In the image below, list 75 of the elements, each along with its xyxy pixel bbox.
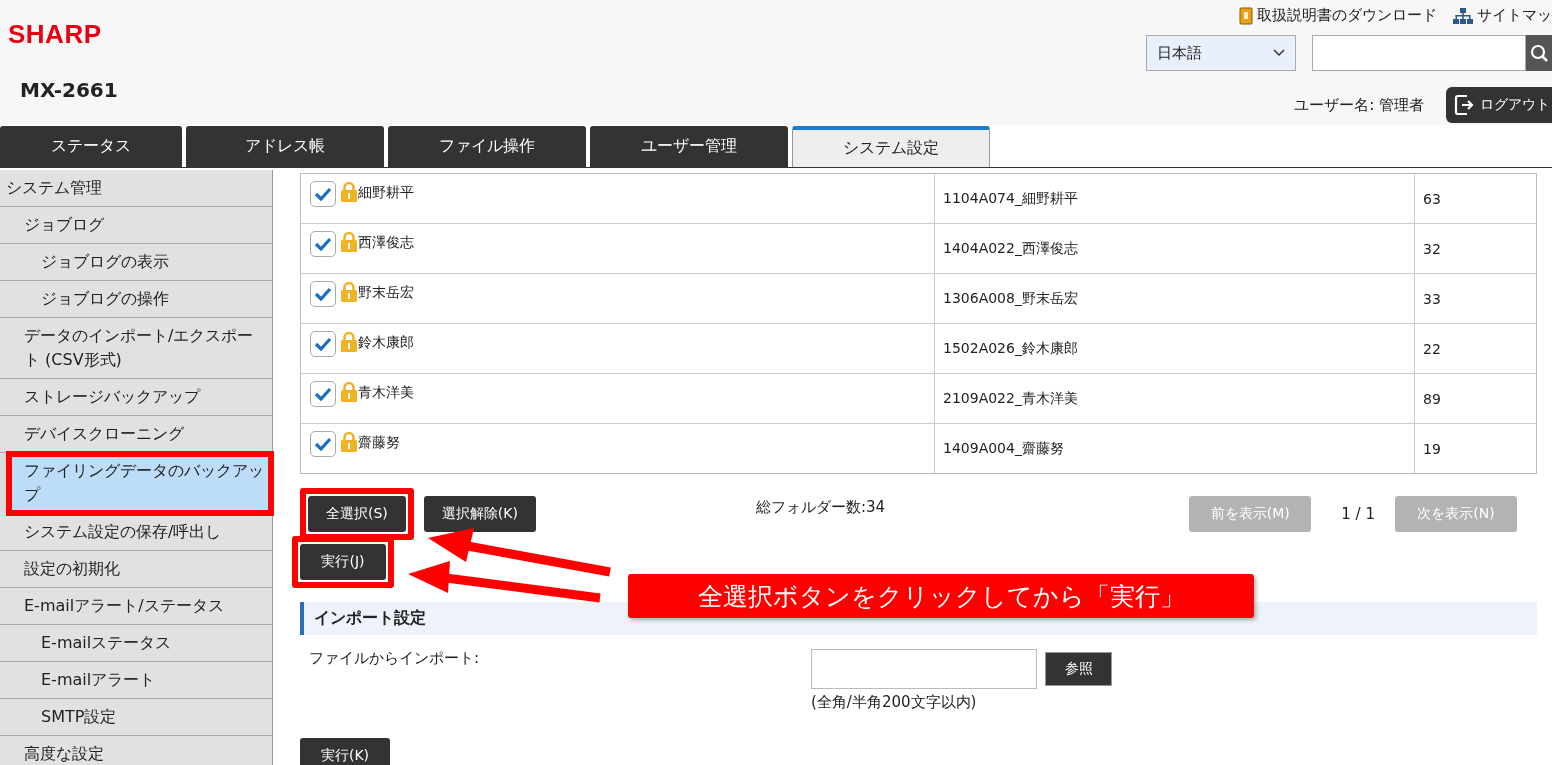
user-name-text: 細野耕平 bbox=[358, 184, 414, 202]
file-field[interactable] bbox=[811, 649, 1037, 689]
model-name: MX-2661 bbox=[20, 78, 118, 102]
check-icon bbox=[314, 387, 332, 401]
sidebar-item[interactable]: ジョブログの表示 bbox=[0, 244, 272, 281]
page-number: 1 / 1 bbox=[1341, 505, 1375, 523]
sidebar-item[interactable]: ジョブログ bbox=[0, 207, 272, 244]
tab[interactable]: ステータス bbox=[0, 126, 182, 167]
callout-label: 全選択ボタンをクリックしてから「実行」 bbox=[628, 574, 1254, 618]
user-name-text: 鈴木康郎 bbox=[358, 334, 414, 352]
user-name-text: 野末岳宏 bbox=[358, 284, 414, 302]
sidebar-item[interactable]: ストレージバックアップ bbox=[0, 379, 272, 416]
checkbox[interactable] bbox=[310, 431, 336, 457]
tab[interactable]: アドレス帳 bbox=[186, 126, 384, 167]
sidebar-item[interactable]: ファイリングデータのバックアップ bbox=[8, 453, 272, 514]
table-cell: 1306A008_野末岳宏 bbox=[935, 274, 1415, 323]
logout-icon bbox=[1454, 94, 1474, 116]
table-cell-text: 63 bbox=[1422, 189, 1442, 209]
checkbox[interactable] bbox=[310, 281, 336, 307]
sidebar-item[interactable]: システム設定の保存/呼出し bbox=[0, 514, 272, 551]
table-cell: 1404A022_西澤俊志 bbox=[935, 224, 1415, 273]
check-icon bbox=[314, 187, 332, 201]
browse-button[interactable]: 参照 bbox=[1045, 652, 1112, 686]
check-icon bbox=[314, 337, 332, 351]
table-cell-text: 33 bbox=[1422, 289, 1442, 309]
header-link[interactable]: サイトマッ bbox=[1477, 6, 1552, 25]
language-dropdown[interactable]: 日本語 bbox=[1146, 35, 1296, 71]
table-cell-text: 22 bbox=[1422, 339, 1442, 359]
checkbox[interactable] bbox=[310, 331, 336, 357]
tab[interactable]: システム設定 bbox=[792, 126, 990, 167]
sitemap-icon bbox=[1453, 6, 1473, 25]
tab[interactable]: ファイル操作 bbox=[388, 126, 586, 167]
check-icon bbox=[314, 287, 332, 301]
chevron-icon bbox=[1273, 49, 1285, 57]
user-name-text: 西澤俊志 bbox=[358, 234, 414, 252]
search-button[interactable] bbox=[1526, 35, 1552, 71]
sidebar-item[interactable]: システム管理 bbox=[0, 170, 272, 207]
checkbox[interactable] bbox=[310, 181, 336, 207]
book-icon bbox=[1239, 6, 1253, 25]
table-cell-text: 32 bbox=[1422, 239, 1442, 259]
hint-text: (全角/半角200文字以内) bbox=[811, 693, 978, 712]
table-cell: 2109A022_青木洋美 bbox=[935, 374, 1415, 423]
table-cell: 1502A026_鈴木康郎 bbox=[935, 324, 1415, 373]
logo: SHARP bbox=[8, 20, 103, 48]
sidebar-item[interactable]: デバイスクローニング bbox=[0, 416, 272, 453]
sidebar-item[interactable]: ジョブログの操作 bbox=[0, 281, 272, 318]
checkbox[interactable] bbox=[310, 231, 336, 257]
folder-count: 総フォルダー数:34 bbox=[755, 498, 886, 517]
checkbox[interactable] bbox=[310, 381, 336, 407]
table-cell: 1409A004_齋藤努 bbox=[935, 424, 1415, 473]
sidebar-item[interactable]: データのインポート/エクスポート (CSV形式) bbox=[0, 318, 272, 379]
select-button[interactable]: 全選択(S) bbox=[308, 496, 406, 532]
select-button[interactable]: 選択解除(K) bbox=[423, 496, 536, 532]
user-name-text: 青木洋美 bbox=[358, 384, 414, 402]
check-icon bbox=[314, 237, 332, 251]
sidebar-item[interactable]: E-mailステータス bbox=[0, 625, 272, 662]
user-name-text: 齋藤努 bbox=[358, 434, 400, 452]
sidebar-item[interactable]: 高度な設定 bbox=[0, 736, 272, 765]
sidebar-item[interactable]: E-mailアラート bbox=[0, 662, 272, 699]
sidebar-item[interactable]: 設定の初期化 bbox=[0, 551, 272, 588]
field-label: ファイルからインポート: bbox=[308, 649, 481, 669]
user-name: ユーザー名: 管理者 bbox=[1294, 95, 1424, 115]
sidebar-item[interactable]: E-mailアラート/ステータス bbox=[0, 588, 272, 625]
logout-button[interactable]: ログアウト bbox=[1446, 87, 1552, 123]
table-cell-text: 89 bbox=[1422, 389, 1442, 409]
search-icon bbox=[1530, 44, 1548, 62]
tab[interactable]: ユーザー管理 bbox=[590, 126, 788, 167]
search-field[interactable] bbox=[1312, 35, 1526, 71]
header-link[interactable]: 取扱説明書のダウンロード bbox=[1257, 6, 1437, 25]
sidebar-item[interactable]: SMTP設定 bbox=[0, 699, 272, 736]
execute-button[interactable]: 実行(K) bbox=[300, 738, 390, 765]
check-icon bbox=[314, 437, 332, 451]
execute-button[interactable]: 実行(J) bbox=[300, 544, 386, 580]
table-cell: 1104A074_細野耕平 bbox=[935, 174, 1415, 223]
table-cell-text: 19 bbox=[1422, 439, 1442, 459]
